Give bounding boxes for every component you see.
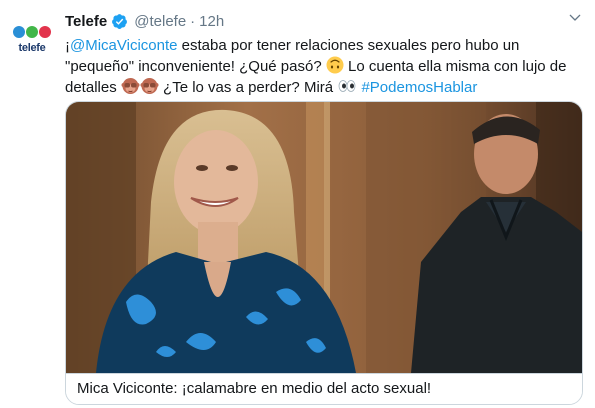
account-handle[interactable]: @telefe (134, 13, 186, 30)
see-no-evil-monkey-emoji (121, 78, 140, 94)
video-thumbnail[interactable] (66, 102, 582, 373)
mention-link[interactable]: @MicaViciconte (70, 37, 178, 54)
see-no-evil-monkey-emoji (140, 78, 159, 94)
tweet-header: Telefe @telefe · 12h (65, 11, 224, 31)
media-card[interactable]: Mica Viciconte: ¡calamabre en medio del … (65, 101, 583, 405)
verified-badge-icon (112, 13, 128, 29)
avatar-wordmark: telefe (18, 42, 46, 54)
upside-down-face-emoji (326, 56, 344, 74)
avatar[interactable]: telefe (12, 22, 52, 62)
tweet[interactable]: telefe Telefe @telefe · 12h ¡@MicaVicico… (0, 0, 595, 408)
tweet-timestamp[interactable]: 12h (199, 13, 224, 30)
tweet-text: ¡@MicaViciconte estaba por tener relacio… (65, 37, 567, 96)
separator-dot: · (190, 12, 196, 30)
account-name[interactable]: Telefe (65, 13, 107, 30)
telefe-logo-dots (12, 26, 52, 40)
chevron-down-icon[interactable] (567, 10, 583, 26)
eyes-emoji (338, 80, 356, 92)
hashtag-link[interactable]: #PodemosHablar (361, 79, 477, 96)
card-caption[interactable]: Mica Viciconte: ¡calamabre en medio del … (66, 373, 582, 404)
